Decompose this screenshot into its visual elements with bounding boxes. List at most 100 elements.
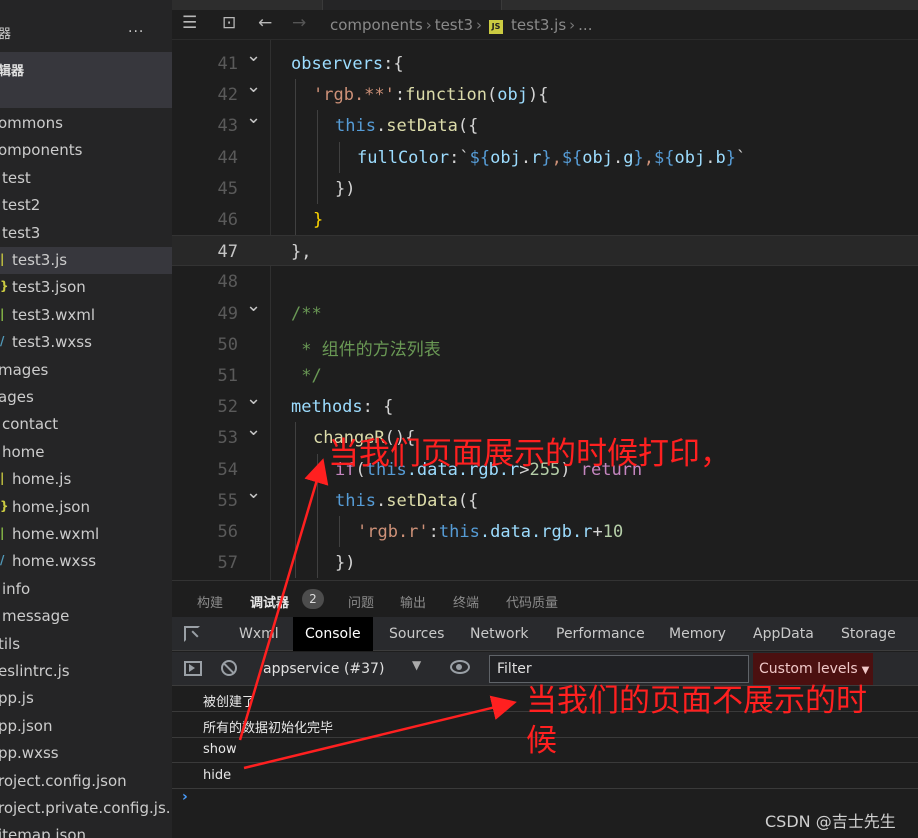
- indent-guide: [317, 141, 318, 173]
- wxml-file-icon: |: [0, 526, 5, 540]
- fold-chevron-icon[interactable]: ⌄: [246, 295, 261, 316]
- tree-item[interactable]: roject.private.config.js...: [0, 795, 172, 822]
- code-line[interactable]: 47},: [172, 235, 918, 267]
- indent-guide: [295, 141, 296, 173]
- tree-item[interactable]: eslintrc.js: [0, 658, 172, 685]
- devtools-tab-sources[interactable]: Sources: [377, 617, 456, 651]
- indent-guide: [339, 516, 340, 548]
- show-sidebar-icon[interactable]: [184, 661, 202, 676]
- fold-chevron-icon[interactable]: ⌄: [246, 419, 261, 440]
- tree-item[interactable]: info: [0, 576, 172, 603]
- code-line[interactable]: 41 ⌄ observers:{: [172, 45, 918, 79]
- breadcrumb-item[interactable]: test3.js: [511, 16, 566, 34]
- devtools-tab-storage[interactable]: Storage: [829, 617, 908, 651]
- editor-tab[interactable]: [322, 0, 502, 10]
- tree-item[interactable]: test: [0, 165, 172, 192]
- fold-chevron-icon[interactable]: ⌄: [246, 482, 261, 503]
- context-selector[interactable]: appservice (#37): [253, 652, 433, 686]
- tree-item[interactable]: } home.json: [0, 494, 172, 521]
- code-line[interactable]: 56 'rgb.r':this.data.rgb.r+10: [172, 516, 918, 548]
- code-line[interactable]: 43 ⌄ this.setData({: [172, 107, 918, 142]
- indent-guide: [317, 110, 318, 142]
- devtools-tab-memory[interactable]: Memory: [657, 617, 738, 651]
- code-line[interactable]: 42 ⌄ 'rgb.**':function(obj){: [172, 76, 918, 111]
- breadcrumb-item[interactable]: test3: [435, 16, 473, 34]
- clear-console-icon[interactable]: [221, 660, 237, 676]
- devtools-tab-network[interactable]: Network: [458, 617, 540, 651]
- tree-item[interactable]: / test3.wxss: [0, 329, 172, 356]
- forward-arrow-icon[interactable]: →: [292, 13, 306, 33]
- code-line[interactable]: 52 ⌄ methods: {: [172, 388, 918, 422]
- list-icon[interactable]: ☰: [182, 13, 197, 33]
- tree-item[interactable]: pp.wxss: [0, 740, 172, 767]
- devtools-tab-appdata[interactable]: AppData: [741, 617, 826, 651]
- code-line[interactable]: 51 */: [172, 360, 918, 391]
- tree-item[interactable]: ages: [0, 384, 172, 411]
- bookmark-icon[interactable]: ⊡: [222, 13, 236, 33]
- tree-item[interactable]: omponents: [0, 137, 172, 164]
- code-token: function: [405, 85, 488, 106]
- code-token: .: [375, 490, 387, 511]
- console-prompt[interactable]: ›: [182, 789, 188, 805]
- tree-item[interactable]: tils: [0, 631, 172, 658]
- panel-tab[interactable]: 调试器: [250, 592, 289, 611]
- breadcrumb-item[interactable]: components: [330, 16, 423, 34]
- tree-item[interactable]: contact: [0, 411, 172, 438]
- tree-item[interactable]: | test3.js: [0, 247, 172, 274]
- code-line[interactable]: 49 ⌄ /**: [172, 295, 918, 329]
- tree-item[interactable]: pp.json: [0, 713, 172, 740]
- tree-item[interactable]: roject.config.json: [0, 768, 172, 795]
- fold-chevron-icon[interactable]: ⌄: [246, 76, 261, 97]
- filter-input[interactable]: [489, 655, 749, 683]
- tree-item[interactable]: | home.wxml: [0, 521, 172, 548]
- code-line[interactable]: 48: [172, 266, 918, 297]
- tree-item[interactable]: test3: [0, 220, 172, 247]
- tree-item[interactable]: mages: [0, 357, 172, 384]
- caret-down-icon[interactable]: ▼: [412, 658, 421, 672]
- tree-item[interactable]: home: [0, 439, 172, 466]
- devtools-tab-console[interactable]: Console: [293, 617, 373, 651]
- code-line[interactable]: 50 * 组件的方法列表: [172, 329, 918, 360]
- fold-chevron-icon[interactable]: ⌄: [246, 388, 261, 409]
- tree-item[interactable]: pp.js: [0, 685, 172, 712]
- panel-tab[interactable]: 输出: [400, 592, 426, 611]
- code-line[interactable]: 46}: [172, 204, 918, 236]
- tree-item[interactable]: test2: [0, 192, 172, 219]
- line-number: 41: [217, 54, 238, 74]
- breadcrumb-item[interactable]: ...: [578, 16, 592, 34]
- tree-item[interactable]: | home.js: [0, 466, 172, 493]
- tree-item[interactable]: } test3.json: [0, 274, 172, 301]
- indent-guide: [295, 547, 296, 579]
- code-line[interactable]: 55 ⌄ this.setData({: [172, 482, 918, 516]
- tree-item[interactable]: / home.wxss: [0, 548, 172, 575]
- indent-guide: [317, 484, 318, 516]
- fold-chevron-icon[interactable]: ⌄: [246, 107, 261, 128]
- tree-item-label: ages: [0, 388, 34, 406]
- panel-tab[interactable]: 构建: [197, 592, 223, 611]
- code-token: .: [375, 116, 387, 137]
- fold-chevron-icon[interactable]: ⌄: [246, 45, 261, 66]
- code-editor[interactable]: 41 ⌄ observers:{42 ⌄'rgb.**':function(obj){…: [172, 40, 918, 580]
- eye-icon[interactable]: [450, 660, 470, 674]
- code-line[interactable]: 44 fullColor:`${obj.r},${obj.g},${obj.b}`: [172, 141, 918, 173]
- panel-tab[interactable]: 代码质量: [506, 592, 558, 611]
- code-token: obj: [490, 147, 521, 168]
- tree-item[interactable]: | test3.wxml: [0, 302, 172, 329]
- devtools-tab-performance[interactable]: Performance: [544, 617, 657, 651]
- tree-item[interactable]: itemap.json: [0, 822, 172, 838]
- inspect-element-icon[interactable]: [184, 626, 200, 642]
- code-line[interactable]: 57}): [172, 547, 918, 579]
- watermark: CSDN @吉士先生: [765, 812, 896, 831]
- panel-tab[interactable]: 终端: [453, 592, 479, 611]
- code-token: ({: [457, 490, 479, 511]
- tree-item[interactable]: message: [0, 603, 172, 630]
- devtools-tab-wxml[interactable]: Wxml: [227, 617, 291, 651]
- code-line[interactable]: 45}): [172, 172, 918, 204]
- back-arrow-icon[interactable]: ←: [258, 13, 272, 33]
- wxss-file-icon: /: [0, 334, 5, 349]
- panel-tab[interactable]: 问题: [348, 592, 374, 611]
- open-editors-section[interactable]: 辑器: [0, 52, 172, 108]
- more-actions-icon[interactable]: ...: [128, 20, 144, 36]
- log-levels-dropdown[interactable]: Custom levels ▼: [753, 653, 873, 685]
- tree-item[interactable]: ommons: [0, 110, 172, 137]
